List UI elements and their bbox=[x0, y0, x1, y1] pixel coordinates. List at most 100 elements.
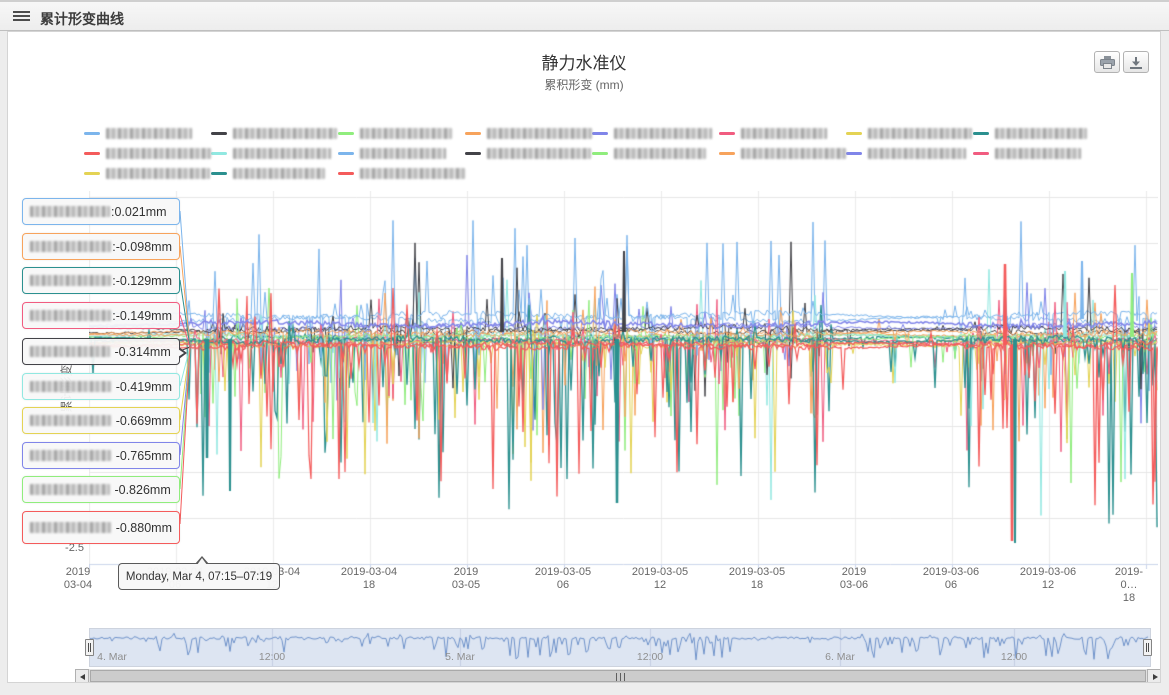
legend-label-blurred bbox=[487, 128, 592, 139]
legend-marker-icon bbox=[465, 152, 481, 155]
legend-item[interactable] bbox=[973, 123, 1100, 143]
legend-label-blurred bbox=[995, 148, 1081, 159]
x-axis-label: 2019-03-05 12 bbox=[632, 566, 688, 592]
download-button[interactable] bbox=[1123, 51, 1149, 73]
list-icon[interactable] bbox=[13, 11, 30, 23]
page-title: 累计形变曲线 bbox=[40, 9, 124, 29]
legend-label-blurred bbox=[106, 168, 210, 179]
legend-item[interactable] bbox=[84, 143, 211, 163]
tooltip-box: :-0.098mm bbox=[22, 233, 180, 260]
print-button[interactable] bbox=[1094, 51, 1120, 73]
legend-label-blurred bbox=[233, 168, 325, 179]
legend-item[interactable] bbox=[465, 143, 592, 163]
tooltip-label-blurred bbox=[30, 381, 111, 392]
tooltip-value: :-0.098mm bbox=[112, 240, 172, 254]
legend-label-blurred bbox=[106, 128, 192, 139]
legend-item[interactable] bbox=[338, 143, 465, 163]
legend-item[interactable] bbox=[465, 123, 592, 143]
navigator-label: 12:00 bbox=[259, 651, 285, 663]
legend-marker-icon bbox=[211, 132, 227, 135]
navigator-handle-right[interactable] bbox=[1143, 639, 1152, 656]
legend-item[interactable] bbox=[84, 123, 211, 143]
legend-label-blurred bbox=[360, 168, 465, 179]
navigator-label: 12:00 bbox=[1001, 651, 1027, 663]
legend-label-blurred bbox=[360, 128, 452, 139]
scrollbar-right-arrow[interactable] bbox=[1147, 669, 1161, 683]
legend-marker-icon bbox=[592, 132, 608, 135]
tooltip-box: -0.419mm bbox=[22, 373, 180, 400]
tooltip-label-blurred bbox=[30, 206, 110, 217]
date-tooltip: Monday, Mar 4, 07:15–07:19 bbox=[118, 563, 280, 590]
legend-item[interactable] bbox=[211, 163, 338, 183]
tooltip-box: :-0.129mm bbox=[22, 267, 180, 294]
legend-marker-icon bbox=[846, 132, 862, 135]
x-axis-label: 2019-03-06 06 bbox=[923, 566, 979, 592]
legend-marker-icon bbox=[592, 152, 608, 155]
date-tooltip-text: Monday, Mar 4, 07:15–07:19 bbox=[126, 571, 272, 583]
x-axis-label: 2019-03-05 18 bbox=[729, 566, 785, 592]
legend bbox=[84, 123, 1109, 183]
chart-subtitle: 累积形变 (mm) bbox=[8, 76, 1160, 93]
legend-item[interactable] bbox=[846, 123, 973, 143]
legend-marker-icon bbox=[338, 172, 354, 175]
legend-marker-icon bbox=[719, 152, 735, 155]
tooltip-label-blurred bbox=[30, 484, 110, 495]
navigator-label: 12:00 bbox=[637, 651, 663, 663]
legend-marker-icon bbox=[211, 172, 227, 175]
legend-item[interactable] bbox=[338, 123, 465, 143]
tooltip-label-blurred bbox=[30, 241, 111, 252]
legend-item[interactable] bbox=[973, 143, 1100, 163]
main-chart-plot-area[interactable] bbox=[89, 191, 1158, 569]
legend-item[interactable] bbox=[592, 143, 719, 163]
legend-item[interactable] bbox=[338, 163, 465, 183]
tooltip-value: :-0.129mm bbox=[112, 274, 172, 288]
legend-marker-icon bbox=[338, 132, 354, 135]
legend-label-blurred bbox=[233, 128, 337, 139]
tooltip-label-blurred bbox=[30, 275, 111, 286]
legend-label-blurred bbox=[741, 148, 846, 159]
legend-label-blurred bbox=[868, 128, 972, 139]
navigator-label: 6. Mar bbox=[825, 651, 855, 663]
scrollbar-track[interactable] bbox=[89, 669, 1147, 683]
scrollbar-thumb[interactable] bbox=[90, 670, 1146, 682]
header-bar: 累计形变曲线 bbox=[0, 0, 1169, 31]
legend-label-blurred bbox=[614, 148, 706, 159]
printer-icon bbox=[1100, 56, 1115, 69]
legend-item[interactable] bbox=[592, 123, 719, 143]
legend-marker-icon bbox=[846, 152, 862, 155]
scrollbar-left-arrow[interactable] bbox=[75, 669, 89, 683]
tooltip-value: -0.880mm bbox=[112, 521, 172, 535]
navigator-handle-left[interactable] bbox=[85, 639, 94, 656]
legend-item[interactable] bbox=[211, 143, 338, 163]
tooltip-box: -0.669mm bbox=[22, 407, 180, 434]
tooltip-value: :-0.149mm bbox=[112, 309, 172, 323]
page: 累计形变曲线 静力水准仪 累积形变 (mm) 累计形变 -2.5 2019 03… bbox=[0, 0, 1169, 695]
tooltip-value: -0.669mm bbox=[112, 414, 172, 428]
chart-card: 静力水准仪 累积形变 (mm) 累计形变 -2.5 2019 03-042019… bbox=[7, 31, 1161, 683]
navigator[interactable]: 4. Mar12:005. Mar12:006. Mar12:00 bbox=[89, 628, 1151, 667]
legend-item[interactable] bbox=[846, 143, 973, 163]
download-icon bbox=[1129, 56, 1143, 69]
legend-item[interactable] bbox=[719, 123, 846, 143]
legend-item[interactable] bbox=[719, 143, 846, 163]
legend-marker-icon bbox=[338, 152, 354, 155]
tooltip-box: :0.021mm bbox=[22, 198, 180, 225]
navigator-series bbox=[90, 629, 1150, 666]
navigator-label: 4. Mar bbox=[97, 651, 127, 663]
legend-marker-icon bbox=[84, 132, 100, 135]
tooltip-label-blurred bbox=[30, 346, 110, 357]
tooltip-label-blurred bbox=[30, 522, 111, 533]
tooltip-box: -0.826mm bbox=[22, 476, 180, 503]
tooltip-value: -0.419mm bbox=[112, 380, 172, 394]
legend-item[interactable] bbox=[211, 123, 338, 143]
tooltip-label-blurred bbox=[30, 310, 111, 321]
legend-label-blurred bbox=[360, 148, 446, 159]
legend-marker-icon bbox=[211, 152, 227, 155]
legend-item[interactable] bbox=[84, 163, 211, 183]
legend-label-blurred bbox=[741, 128, 827, 139]
x-axis-label: 2019 03-05 bbox=[452, 566, 480, 592]
legend-label-blurred bbox=[614, 128, 712, 139]
tooltip-box: -0.314mm bbox=[22, 338, 180, 365]
x-axis-label: 2019-0… 18 bbox=[1114, 566, 1145, 605]
x-axis-label: 2019 03-06 bbox=[840, 566, 868, 592]
